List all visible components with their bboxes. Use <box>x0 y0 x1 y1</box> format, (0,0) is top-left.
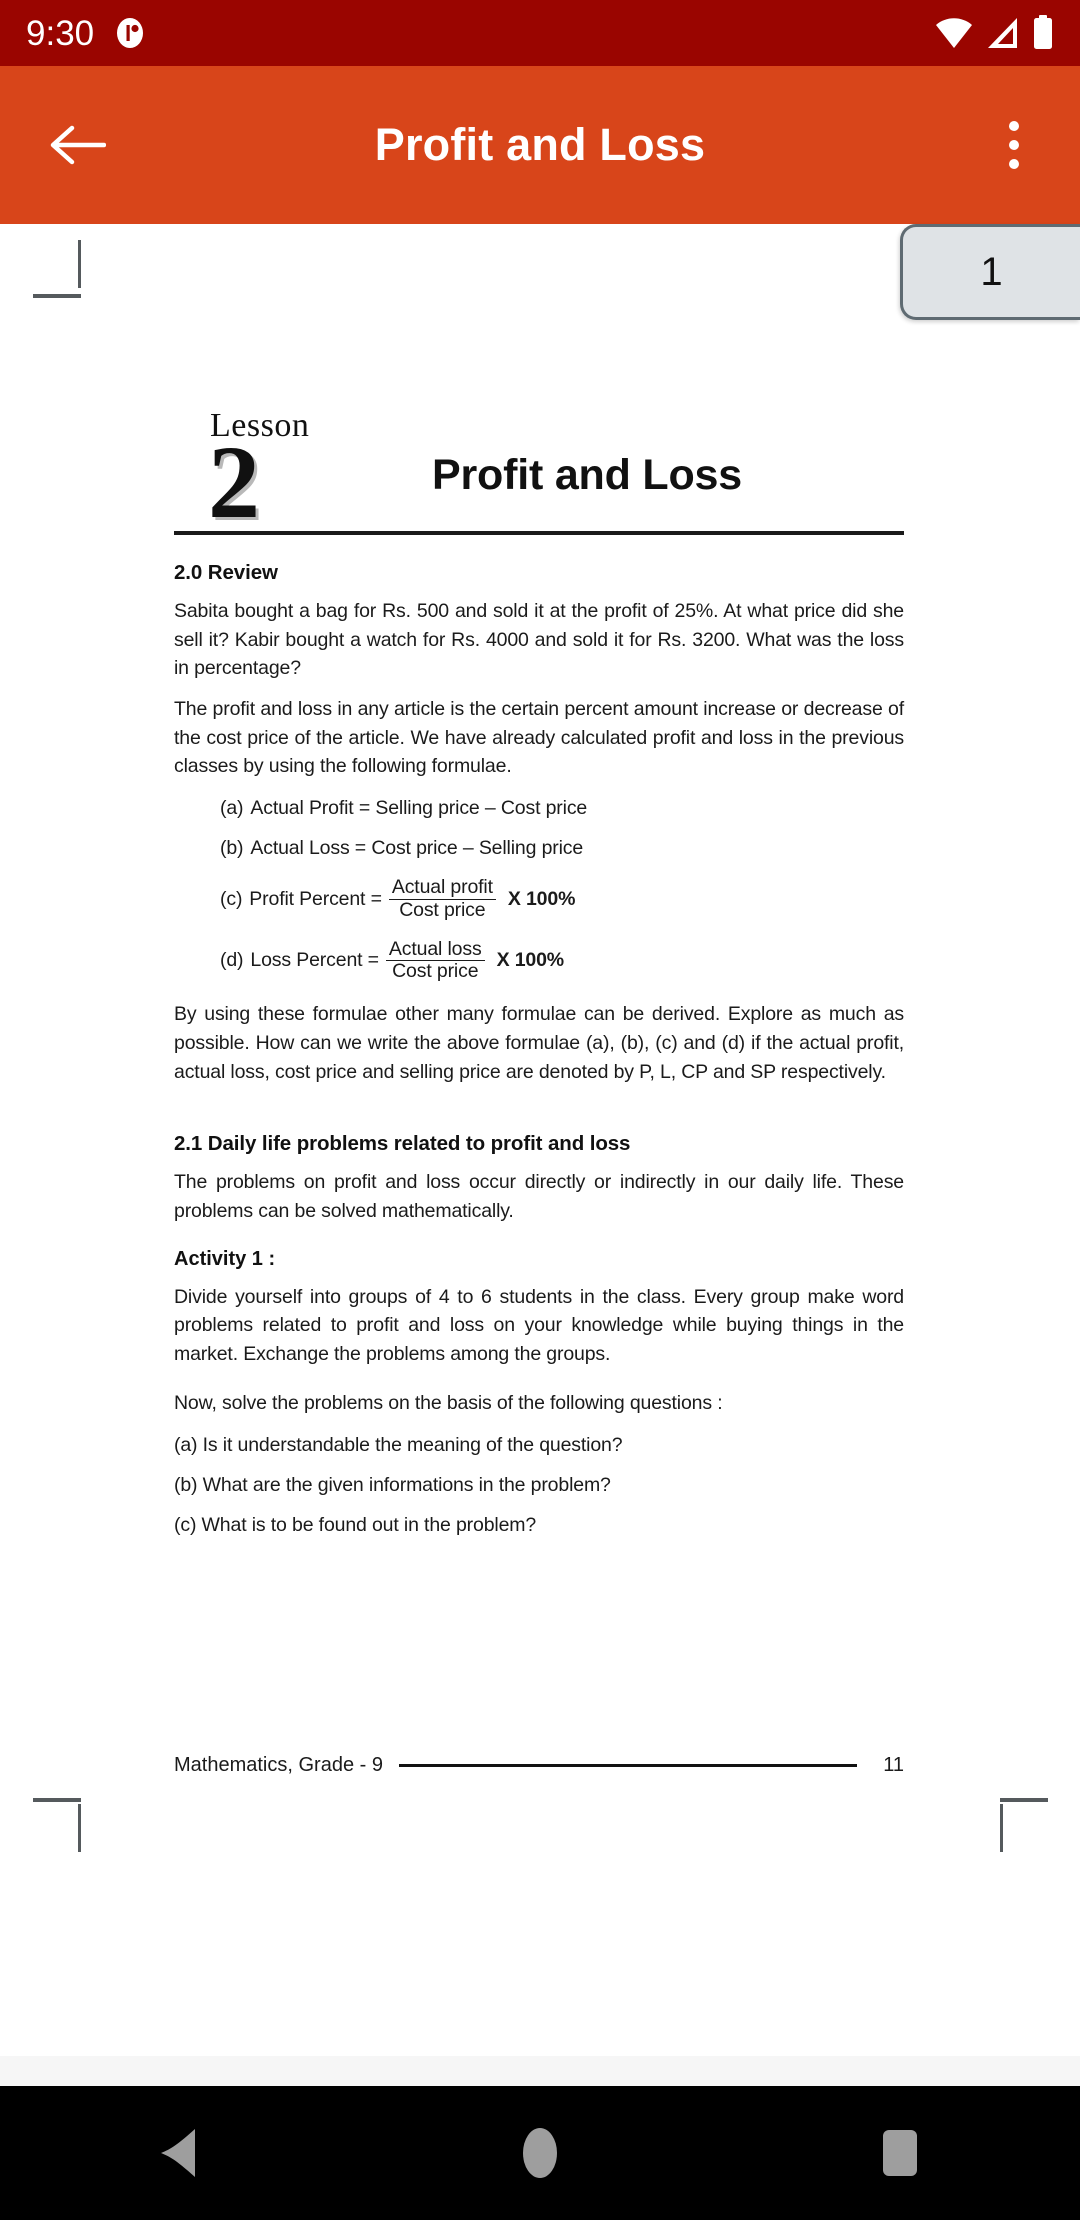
daily-life-paragraph-1: The problems on profit and loss occur di… <box>174 1171 904 1222</box>
section-heading-review: 2.0 Review <box>174 561 278 584</box>
review-paragraph-2: The profit and loss in any article is th… <box>174 697 904 778</box>
formula-item-d: (d) Loss Percent = Actual loss Cost pric… <box>220 937 904 984</box>
page-number-badge[interactable]: 1 <box>900 224 1080 320</box>
formula-fraction-c: Actual profit Cost price <box>388 875 496 922</box>
footer-rule <box>398 1764 858 1767</box>
formula-label-b: (b) <box>220 836 244 859</box>
review-paragraph-1: Sabita bought a bag for Rs. 500 and sold… <box>174 600 904 680</box>
formula-text-b: Actual Loss = Cost price – Selling price <box>250 836 584 859</box>
crop-mark <box>78 240 81 288</box>
crop-mark <box>1000 1804 1003 1852</box>
document-content: Lesson 2 Profit and Loss 2.0 Review Sabi… <box>174 224 904 1537</box>
back-arrow-icon <box>50 125 106 165</box>
activity-prompt: Now, solve the problems on the basis of … <box>174 1391 723 1414</box>
nav-home-button[interactable] <box>465 2086 615 2220</box>
document-viewport[interactable]: Lesson 2 Profit and Loss 2.0 Review Sabi… <box>0 224 1080 2056</box>
overflow-menu-button[interactable] <box>974 95 1054 195</box>
app-root: 9:30 Profit and Loss 1 Lesson 2 Profit a… <box>0 0 1080 2220</box>
crop-mark <box>78 1804 81 1852</box>
formula-rhs-c: X 100% <box>507 887 576 910</box>
lesson-title: Profit and Loss <box>432 451 742 499</box>
activity-heading: Activity 1 : <box>174 1247 276 1270</box>
nav-back-button[interactable] <box>105 2086 255 2220</box>
lesson-header: Lesson 2 Profit and Loss <box>174 407 904 535</box>
formula-numerator-c: Actual profit <box>391 875 493 898</box>
crop-mark <box>33 294 81 298</box>
activity-text: Divide yourself into groups of 4 to 6 st… <box>174 1285 904 1365</box>
review-paragraph-3: By using these formulae other many formu… <box>174 1003 904 1083</box>
formula-denominator-d: Cost price <box>385 960 485 983</box>
nav-back-triangle-icon <box>161 2129 195 2177</box>
formula-fraction-d: Actual loss Cost price <box>385 937 485 984</box>
document-footer: Mathematics, Grade - 9 11 <box>174 1754 904 1777</box>
formula-item-b: (b) Actual Loss = Cost price – Selling p… <box>220 837 904 860</box>
formula-item-a: (a) Actual Profit = Selling price – Cost… <box>220 797 904 820</box>
nav-recents-button[interactable] <box>825 2086 975 2220</box>
status-bar-left: 9:30 <box>26 16 146 51</box>
battery-full-icon <box>1032 15 1054 51</box>
app-notification-icon <box>114 17 146 49</box>
formula-label-d: (d) <box>220 949 244 972</box>
formula-lhs-c: Profit Percent = <box>249 887 382 910</box>
nav-home-circle-icon <box>523 2128 557 2178</box>
more-vertical-icon <box>1009 140 1019 150</box>
formula-lhs-d: Loss Percent = <box>250 949 379 972</box>
lesson-number: 2 <box>208 425 260 540</box>
more-vertical-icon <box>1009 159 1019 169</box>
formula-text-a: Actual Profit = Selling price – Cost pri… <box>250 796 588 819</box>
formula-denominator-c: Cost price <box>388 898 496 922</box>
nav-recents-square-icon <box>883 2130 917 2176</box>
wifi-icon <box>934 16 974 50</box>
android-nav-bar <box>0 2086 1080 2220</box>
app-bar: Profit and Loss <box>0 66 1080 224</box>
formula-list: (a) Actual Profit = Selling price – Cost… <box>174 797 904 983</box>
formula-label-a: (a) <box>220 796 244 819</box>
document-page: Lesson 2 Profit and Loss 2.0 Review Sabi… <box>0 224 1080 2056</box>
section-heading-daily-life: 2.1 Daily life problems related to profi… <box>174 1132 631 1156</box>
formula-rhs-d: X 100% <box>496 949 565 972</box>
status-bar-right <box>934 15 1054 51</box>
formula-item-c: (c) Profit Percent = Actual profit Cost … <box>220 875 904 922</box>
formula-label-c: (c) <box>220 887 243 910</box>
activity-question-b: (b) What are the given informations in t… <box>174 1474 611 1497</box>
formula-numerator-d: Actual loss <box>388 937 482 960</box>
activity-question-a: (a) Is it understandable the meaning of … <box>174 1434 623 1457</box>
status-bar: 9:30 <box>0 0 1080 66</box>
more-vertical-icon <box>1009 121 1019 131</box>
crop-mark <box>33 1798 81 1802</box>
crop-mark <box>1000 1798 1048 1802</box>
activity-question-c: (c) What is to be found out in the probl… <box>174 1514 537 1537</box>
cellular-signal-icon <box>986 16 1020 50</box>
status-clock: 9:30 <box>26 13 95 53</box>
footer-book-label: Mathematics, Grade - 9 <box>174 1754 383 1776</box>
footer-page-number: 11 <box>883 1754 904 1776</box>
back-button[interactable] <box>22 90 132 200</box>
app-bar-title: Profit and Loss <box>374 119 706 170</box>
